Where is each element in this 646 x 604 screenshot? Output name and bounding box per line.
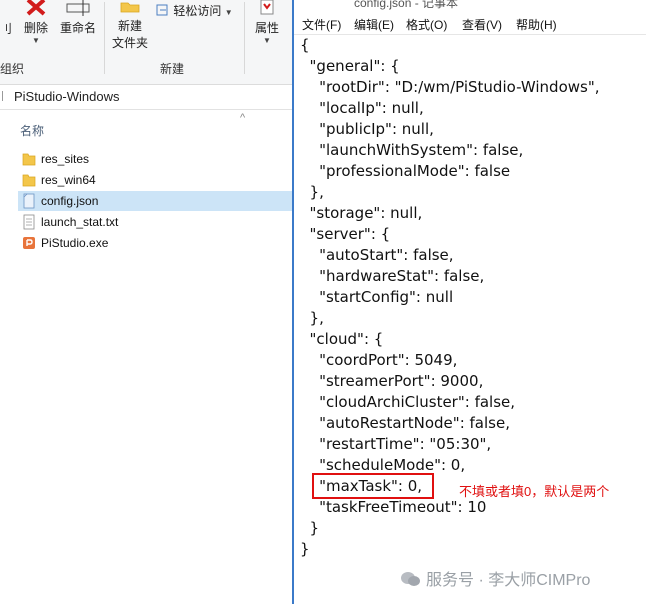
code-line: } [300,519,320,537]
highlight-box [312,473,434,499]
code-line: { [300,36,310,54]
file-name: launch_stat.txt [41,215,119,229]
code-line: }, [300,309,324,327]
delete-icon [26,0,46,16]
code-line: "cloudArchiCluster": false, [300,393,516,411]
watermark-text: 服务号 · 李大师CIMPro [426,572,591,589]
code-line: "general": { [300,57,400,75]
code-line: "autoStart": false, [300,246,454,264]
code-line: "storage": null, [300,204,423,222]
text-file-icon [23,214,35,230]
easy-access-button[interactable]: 轻松访问 ▼ [156,2,233,19]
delete-button[interactable]: 删除 ▼ [22,0,50,45]
group-organize-label: 组织 [0,62,25,76]
rename-icon [66,0,90,16]
menu-file[interactable]: 文件(F) [302,16,341,33]
rename-button[interactable]: 重命名 [58,0,98,36]
code-line: "localIp": null, [300,99,424,117]
ribbon-divider [244,2,245,74]
ribbon-divider [104,2,105,74]
menu-edit[interactable]: 编辑(E) [354,16,394,33]
easy-access-label: 轻松访问 [173,4,222,18]
code-line: "coordPort": 5049, [300,351,458,369]
menu-format[interactable]: 格式(O) [406,16,447,33]
folder-icon [22,174,36,187]
notepad-window: config.json - 记事本 文件(F) 编辑(E) 格式(O) 查看(V… [292,0,646,604]
file-name: res_sites [41,152,90,166]
code-line: "publicIp": null, [300,120,434,138]
code-line: } [300,540,310,558]
code-line: "streamerPort": 9000, [300,372,484,390]
code-line: "hardwareStat": false, [300,267,485,285]
address-bar[interactable]: PiStudio-Windows [0,85,292,110]
chevron-down-icon: ▼ [32,36,40,45]
sort-up-icon[interactable]: ^ [240,112,245,124]
code-line: "launchWithSystem": false, [300,141,524,159]
app-exe-icon [23,237,35,249]
code-line: "autoRestartNode": false, [300,414,510,432]
new-folder-label-1: 新建 [117,19,142,33]
file-row-res-sites[interactable]: res_sites [18,149,292,169]
new-folder-icon [120,2,140,13]
properties-label: 属性 [254,21,279,35]
watermark: 服务号 · 李大师CIMPro [400,566,590,590]
code-line: "cloud": { [300,330,384,348]
folder-icon [22,153,36,166]
annotation-note: 不填或者填0，默认是两个 [459,484,610,499]
properties-button[interactable]: 属性 ▼ [252,0,282,45]
easy-access-icon [156,4,173,18]
code-line: "restartTime": "05:30", [300,435,492,453]
file-row-config-json[interactable]: config.json [18,191,292,211]
file-row-launch-stat[interactable]: launch_stat.txt [18,212,292,232]
menu-help[interactable]: 帮助(H) [516,16,557,33]
column-header-name[interactable]: 名称 [20,122,44,139]
address-path: PiStudio-Windows [14,89,120,104]
code-line: "startConfig": null [300,288,454,306]
file-name: res_win64 [41,173,96,187]
explorer-ribbon: 刂 删除 ▼ 重命名 新建 文件夹 轻松访问 ▼ 属性 ▼ 组织 新建 [0,0,292,85]
code-line: "server": { [300,225,391,243]
code-line: "taskFreeTimeout": 10 [300,498,487,516]
new-folder-label-2: 文件夹 [111,36,148,50]
menu-bar: 文件(F) 编辑(E) 格式(O) 查看(V) 帮助(H) [294,14,646,35]
file-row-pistudio-exe[interactable]: PiStudio.exe [18,233,292,253]
code-line: }, [300,183,324,201]
code-line: "professionalMode": false [300,162,511,180]
file-name: config.json [41,194,99,208]
text-editor-area[interactable]: { "general": { "rootDir": "D:/wm/PiStudi… [296,36,646,604]
ribbon-cut-label: 刂 [0,22,13,36]
group-new-label: 新建 [160,62,185,76]
new-folder-button[interactable]: 新建 文件夹 [110,0,150,51]
window-title: config.json - 记事本 [354,0,459,10]
chevron-down-icon: ▼ [263,36,271,45]
address-divider [2,91,9,101]
file-row-res-win64[interactable]: res_win64 [18,170,292,190]
code-line: "rootDir": "D:/wm/PiStudio-Windows", [300,78,600,96]
wechat-icon [401,572,420,586]
chevron-down-icon: ▼ [224,8,233,17]
file-name: PiStudio.exe [41,236,109,250]
file-explorer-window: 刂 删除 ▼ 重命名 新建 文件夹 轻松访问 ▼ 属性 ▼ 组织 新建 PiSt… [0,0,292,604]
json-file-icon [23,193,35,209]
properties-icon [260,0,274,15]
menu-view[interactable]: 查看(V) [462,16,502,33]
notepad-title-bar[interactable]: config.json - 记事本 [294,0,646,12]
delete-label: 删除 [23,21,48,35]
rename-label: 重命名 [59,21,96,35]
